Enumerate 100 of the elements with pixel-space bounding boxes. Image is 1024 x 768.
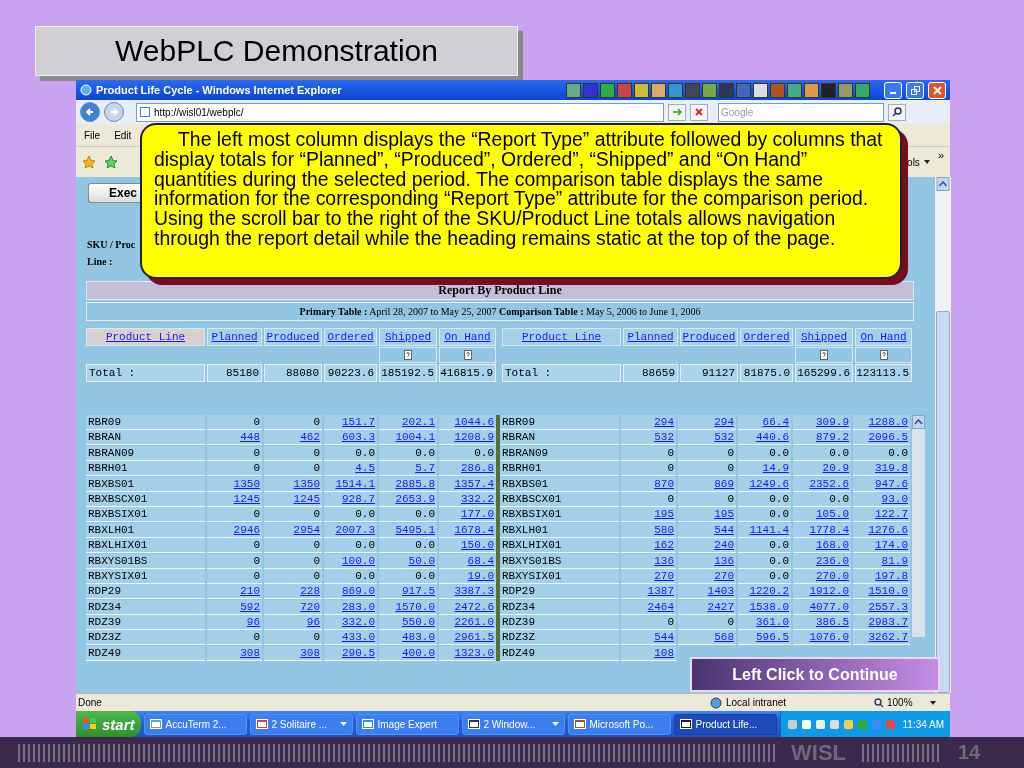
table-link[interactable]: 4077.0 [793, 599, 851, 615]
table-link[interactable]: 162 [621, 538, 676, 554]
table-link[interactable]: 544 [621, 630, 676, 646]
table-link[interactable]: 2472.6 [439, 599, 496, 615]
table-link[interactable]: 150.0 [439, 538, 496, 554]
table-link[interactable]: 240 [678, 538, 736, 554]
table-link[interactable]: 1514.1 [324, 476, 377, 492]
program-icon[interactable] [634, 82, 649, 98]
menu-item[interactable]: Edit [114, 129, 132, 141]
table-link[interactable]: 1912.0 [793, 584, 851, 600]
table-link[interactable]: 2557.3 [853, 599, 910, 615]
add-favorite-icon[interactable] [104, 155, 118, 169]
table-link[interactable]: 386.5 [793, 615, 851, 631]
taskbar-button[interactable]: AccuTerm 2... [143, 713, 247, 735]
column-header[interactable]: Ordered [740, 328, 793, 346]
table-link[interactable]: 2352.6 [793, 476, 851, 492]
table-link[interactable]: 195 [678, 507, 736, 523]
table-link[interactable]: 319.8 [853, 461, 910, 477]
table-link[interactable]: 1276.6 [853, 522, 910, 538]
column-header[interactable]: Planned [623, 328, 678, 346]
table-link[interactable]: 3262.7 [853, 630, 910, 646]
search-field[interactable]: Google [718, 102, 884, 122]
table-link[interactable]: 2885.8 [379, 476, 437, 492]
table-link[interactable]: 1538.0 [738, 599, 791, 615]
table-link[interactable]: 202.1 [379, 415, 437, 430]
table-link[interactable]: 2261.0 [439, 615, 496, 631]
go-button[interactable] [668, 103, 686, 121]
column-header[interactable]: Planned [207, 328, 262, 346]
table-link[interactable]: 550.0 [379, 615, 437, 631]
table-link[interactable]: 5.7 [379, 461, 437, 477]
column-header[interactable]: On Hand [439, 328, 496, 346]
column-header[interactable]: Produced [264, 328, 322, 346]
table-link[interactable]: 2983.7 [853, 615, 910, 631]
table-link[interactable]: 1141.4 [738, 522, 791, 538]
table-link[interactable]: 96 [264, 615, 322, 631]
table-link[interactable]: 174.0 [853, 538, 910, 554]
table-link[interactable]: 50.0 [379, 553, 437, 569]
table-link[interactable]: 309.9 [793, 415, 851, 430]
table-link[interactable]: 483.0 [379, 630, 437, 646]
table-link[interactable]: 1387 [621, 584, 676, 600]
help-icon[interactable] [404, 350, 412, 360]
table-link[interactable]: 1076.0 [793, 630, 851, 646]
table-link[interactable]: 177.0 [439, 507, 496, 523]
table-link[interactable]: 66.4 [738, 415, 791, 430]
table-link[interactable]: 433.0 [324, 630, 377, 646]
forward-button[interactable] [104, 102, 124, 122]
help-icon[interactable] [879, 350, 888, 360]
scroll-up-icon[interactable] [912, 415, 925, 429]
table-link[interactable]: 283.0 [324, 599, 377, 615]
table-link[interactable]: 1350 [264, 476, 322, 492]
table-link[interactable]: 462 [264, 430, 322, 446]
table-link[interactable]: 1323.0 [439, 645, 496, 661]
table-link[interactable]: 332.0 [324, 615, 377, 631]
table-link[interactable]: 1220.2 [738, 584, 791, 600]
table-link[interactable]: 236.0 [793, 553, 851, 569]
table-link[interactable]: 136 [678, 553, 736, 569]
table-link[interactable]: 96 [207, 615, 262, 631]
table-link[interactable]: 532 [678, 430, 736, 446]
table-link[interactable]: 2954 [264, 522, 322, 538]
table-link[interactable]: 869.0 [324, 584, 377, 600]
taskbar-button[interactable]: Product Life... [673, 713, 777, 735]
menu-item[interactable]: File [84, 129, 101, 141]
continue-button[interactable]: Left Click to Continue [690, 657, 940, 692]
table-link[interactable]: 3387.3 [439, 584, 496, 600]
table-link[interactable]: 136 [621, 553, 676, 569]
table-link[interactable]: 1249.6 [738, 476, 791, 492]
table-link[interactable]: 294 [678, 415, 736, 430]
table-link[interactable]: 68.4 [439, 553, 496, 569]
table-link[interactable]: 168.0 [793, 538, 851, 554]
taskbar-button[interactable]: Image Expert [355, 713, 459, 735]
column-header[interactable]: Shipped [379, 328, 437, 346]
table-link[interactable]: 308 [207, 645, 262, 661]
page-scrollbar[interactable] [935, 177, 951, 693]
table-link[interactable]: 4.5 [324, 461, 377, 477]
table-link[interactable]: 532 [621, 430, 676, 446]
table-link[interactable]: 1350 [207, 476, 262, 492]
table-link[interactable]: 2427 [678, 599, 736, 615]
table-link[interactable]: 14.9 [738, 461, 791, 477]
table-link[interactable]: 210 [207, 584, 262, 600]
table-link[interactable]: 568 [678, 630, 736, 646]
table-link[interactable]: 917.5 [379, 584, 437, 600]
table-link[interactable]: 580 [621, 522, 676, 538]
column-header[interactable]: Ordered [324, 328, 377, 346]
table-link[interactable]: 1678.4 [439, 522, 496, 538]
address-field[interactable]: http://wisl01/webplc/ [136, 102, 664, 122]
table-link[interactable]: 2946 [207, 522, 262, 538]
table-link[interactable]: 1403 [678, 584, 736, 600]
program-icon[interactable] [651, 82, 666, 98]
close-button[interactable] [928, 81, 946, 99]
table-link[interactable]: 290.5 [324, 645, 377, 661]
table-link[interactable]: 1208.9 [439, 430, 496, 446]
chevron-button[interactable]: » [937, 149, 944, 161]
table-link[interactable]: 2007.3 [324, 522, 377, 538]
table-link[interactable]: 870 [621, 476, 676, 492]
table-link[interactable]: 1357.4 [439, 476, 496, 492]
execute-button[interactable]: Exec [88, 183, 140, 203]
table-link[interactable]: 151.7 [324, 415, 377, 430]
scroll-thumb[interactable] [936, 311, 950, 693]
table-link[interactable]: 308 [264, 645, 322, 661]
table-link[interactable]: 440.6 [738, 430, 791, 446]
